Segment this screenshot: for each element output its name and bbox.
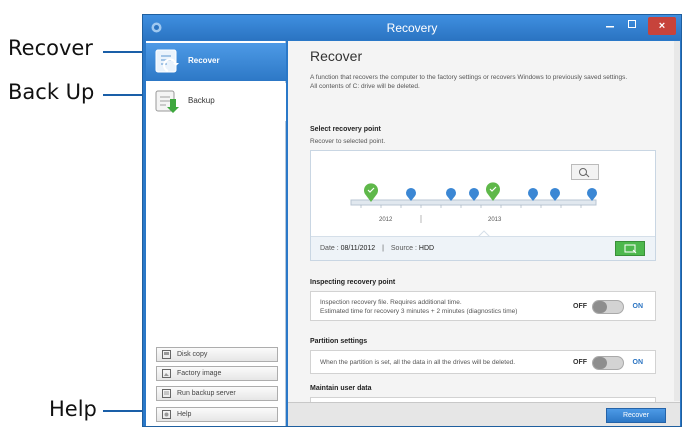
help-label: Help	[177, 411, 192, 418]
inspecting-line-2: Estimated time for recovery 3 minutes + …	[320, 308, 518, 315]
close-button[interactable]: ×	[648, 17, 676, 35]
sidebar-item-label: Backup	[188, 96, 215, 105]
callout-recover: Recover	[8, 36, 93, 60]
recovery-point-info: Date : 08/11/2012 | Source : HDD	[311, 236, 655, 260]
minimize-button[interactable]	[599, 17, 621, 35]
minimize-icon	[606, 26, 614, 28]
page-description: A function that recovers the computer to…	[310, 73, 670, 91]
recovery-point-marker[interactable]	[528, 188, 538, 201]
recovery-point-marker[interactable]	[446, 188, 456, 201]
toggle-on-label: ON	[632, 303, 644, 310]
backup-icon	[155, 90, 179, 113]
toggle-on-label: ON	[632, 359, 644, 366]
partition-option: When the partition is set, all the data …	[310, 350, 656, 374]
close-icon: ×	[658, 20, 666, 32]
toggle-knob	[593, 357, 607, 369]
maximize-button[interactable]	[621, 17, 643, 35]
inspecting-toggle[interactable]: OFF ON	[573, 300, 643, 314]
date-value: 08/11/2012	[340, 245, 376, 252]
recovery-point-heading: Select recovery point	[310, 126, 381, 133]
toggle-knob	[593, 301, 607, 313]
recovery-point-marker-green[interactable]	[486, 182, 500, 201]
callout-help: Help	[49, 397, 97, 421]
backup-server-icon	[162, 389, 171, 398]
timeline-label-2013: 2013	[488, 217, 502, 223]
view-details-icon	[624, 244, 637, 254]
recovery-point-marker[interactable]	[469, 188, 479, 201]
toggle-track	[592, 356, 624, 370]
factory-image-button[interactable]: Factory image	[156, 366, 278, 381]
run-backup-server-label: Run backup server	[177, 390, 236, 397]
date-label: Date :	[320, 245, 339, 252]
partition-text: When the partition is set, all the data …	[320, 359, 516, 366]
recover-icon	[155, 49, 179, 73]
title-bar[interactable]: Recovery ×	[143, 15, 681, 40]
sidebar: Recover Backup Disk copy Factory image R…	[146, 41, 286, 426]
separator: |	[382, 245, 384, 252]
recover-button[interactable]: Recover	[606, 408, 666, 423]
source-label: Source :	[390, 245, 417, 252]
toggle-track	[592, 300, 624, 314]
inspecting-option: Inspection recovery file. Requires addit…	[310, 291, 656, 321]
recovery-point-marker[interactable]	[587, 188, 597, 201]
maintain-heading: Maintain user data	[310, 385, 372, 392]
disk-copy-button[interactable]: Disk copy	[156, 347, 278, 362]
view-details-button[interactable]	[615, 241, 645, 256]
maximize-icon	[628, 20, 636, 28]
inspecting-text: Inspection recovery file. Requires addit…	[320, 298, 517, 316]
recovery-point-subheading: Recover to selected point.	[310, 138, 386, 145]
description-line-2: All contents of C: drive will be deleted…	[310, 83, 420, 90]
source-value: HDD	[418, 245, 435, 252]
scrollbar[interactable]	[674, 41, 680, 401]
sidebar-item-label: Recover	[188, 56, 220, 65]
toggle-off-label: OFF	[573, 359, 587, 366]
help-icon	[162, 410, 171, 419]
main-panel: Recover A function that recovers the com…	[288, 41, 680, 426]
sidebar-item-recover[interactable]: Recover	[146, 43, 286, 81]
run-backup-server-button[interactable]: Run backup server	[156, 386, 278, 401]
help-button[interactable]: Help	[156, 407, 278, 422]
page-title: Recover	[310, 48, 363, 64]
bottom-bar: Recover	[288, 402, 680, 426]
recovery-point-marker-selected[interactable]	[364, 183, 378, 202]
timeline-label-2012: 2012	[379, 217, 393, 223]
inspecting-line-1: Inspection recovery file. Requires addit…	[320, 299, 462, 306]
inspecting-heading: Inspecting recovery point	[310, 279, 396, 286]
recovery-point-marker[interactable]	[550, 188, 560, 201]
recovery-window: Recovery × Recover Backup Disk copy Fact…	[142, 14, 682, 427]
partition-heading: Partition settings	[310, 338, 368, 345]
disk-copy-label: Disk copy	[177, 351, 208, 358]
recovery-point-panel: 2012 2013 Date : 08/11/2012 | Source : H…	[310, 150, 656, 261]
callout-backup: Back Up	[8, 80, 95, 104]
factory-image-icon	[162, 369, 171, 378]
factory-image-label: Factory image	[177, 370, 222, 377]
toggle-off-label: OFF	[573, 303, 587, 310]
recovery-point-marker[interactable]	[406, 188, 416, 201]
partition-toggle[interactable]: OFF ON	[573, 356, 643, 370]
recovery-point-details: Date : 08/11/2012 | Source : HDD	[320, 245, 434, 252]
sidebar-item-backup[interactable]: Backup	[146, 83, 286, 121]
description-line-1: A function that recovers the computer to…	[310, 74, 628, 81]
recovery-timeline[interactable]: 2012 2013	[311, 151, 657, 241]
disk-copy-icon	[162, 350, 171, 359]
